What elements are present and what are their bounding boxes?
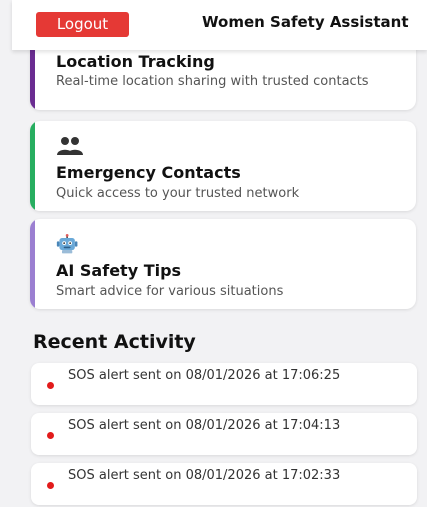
card-accent-bar xyxy=(30,121,35,211)
card-title: AI Safety Tips xyxy=(56,261,182,280)
card-description: Real-time location sharing with trusted … xyxy=(56,74,369,89)
app-header: Logout Women Safety Assistant xyxy=(12,0,427,50)
ai-safety-tips-card[interactable]: AI Safety Tips Smart advice for various … xyxy=(30,219,416,309)
activity-text: SOS alert sent on 08/01/2026 at 17:06:25 xyxy=(68,368,341,383)
alert-dot-icon xyxy=(47,382,54,389)
activity-item[interactable]: SOS alert sent on 08/01/2026 at 17:06:25 xyxy=(31,363,417,405)
robot-icon xyxy=(56,234,78,254)
people-icon xyxy=(57,137,83,155)
card-description: Smart advice for various situations xyxy=(56,284,284,299)
logout-button[interactable]: Logout xyxy=(36,12,129,37)
card-description: Quick access to your trusted network xyxy=(56,186,300,201)
recent-activity-heading: Recent Activity xyxy=(33,331,196,353)
card-accent-bar xyxy=(30,219,35,309)
activity-item[interactable]: SOS alert sent on 08/01/2026 at 17:04:13 xyxy=(31,413,417,455)
app-title: Women Safety Assistant xyxy=(202,13,409,31)
emergency-contacts-card[interactable]: Emergency Contacts Quick access to your … xyxy=(30,121,416,211)
card-title: Emergency Contacts xyxy=(56,163,241,182)
activity-item[interactable]: SOS alert sent on 08/01/2026 at 17:02:33 xyxy=(31,463,417,505)
activity-text: SOS alert sent on 08/01/2026 at 17:02:33 xyxy=(68,468,341,483)
activity-text: SOS alert sent on 08/01/2026 at 17:04:13 xyxy=(68,418,341,433)
alert-dot-icon xyxy=(47,432,54,439)
alert-dot-icon xyxy=(47,482,54,489)
card-title: Location Tracking xyxy=(56,52,215,71)
